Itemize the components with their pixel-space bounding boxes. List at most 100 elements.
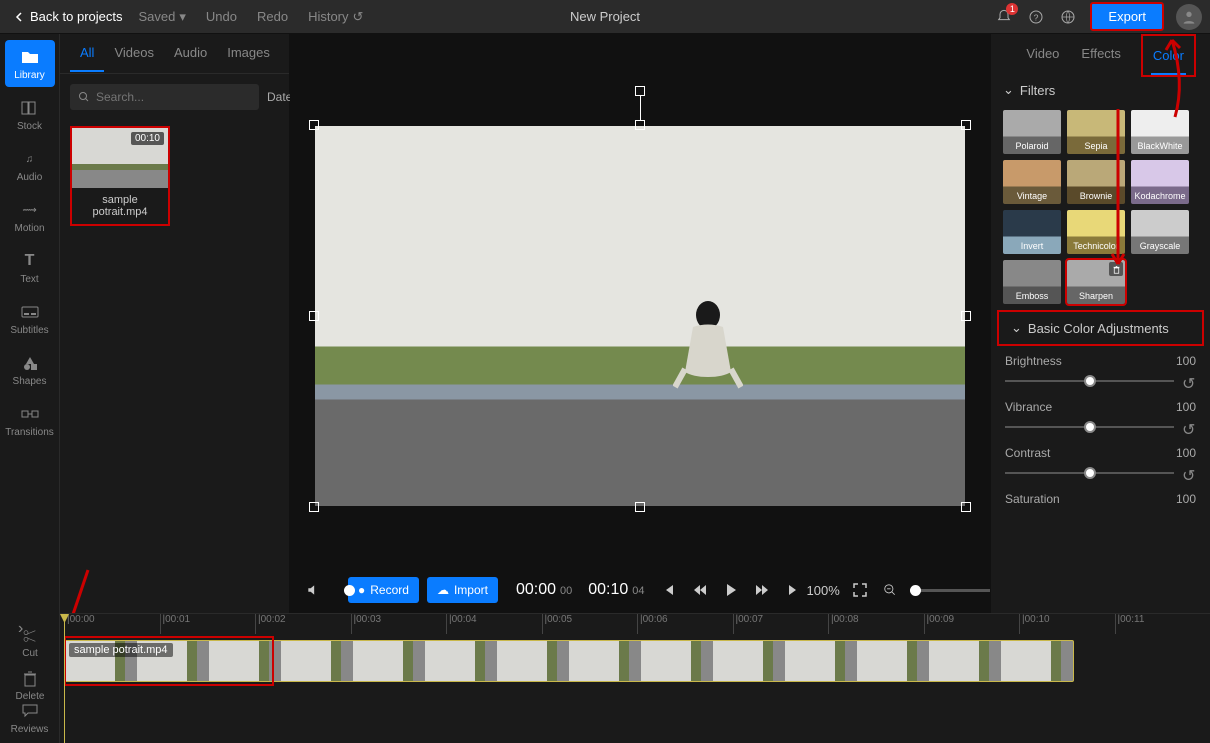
media-item[interactable]: 00:10 sample potrait.mp4: [70, 126, 170, 226]
contrast-label: Contrast: [1005, 446, 1050, 460]
volume-button[interactable]: [306, 580, 320, 600]
sidebar-stock[interactable]: Stock: [5, 91, 55, 138]
chevron-left-icon: [14, 12, 24, 22]
search-box[interactable]: [70, 84, 259, 110]
filter-blackwhite[interactable]: BlackWhite: [1131, 110, 1189, 154]
record-icon: ●: [358, 583, 365, 597]
resize-handle-tl[interactable]: [309, 120, 319, 130]
lib-tab-audio[interactable]: Audio: [164, 35, 217, 72]
zoom-slider[interactable]: [910, 589, 1000, 592]
record-button[interactable]: ●Record: [348, 577, 419, 603]
fullscreen-button[interactable]: [850, 580, 870, 600]
playhead[interactable]: [64, 614, 65, 743]
language-button[interactable]: [1058, 7, 1078, 27]
notif-badge: 1: [1006, 3, 1018, 15]
media-thumbnail: 00:10: [72, 128, 168, 188]
brightness-reset[interactable]: ↺: [1182, 374, 1196, 388]
user-icon: [1181, 9, 1197, 25]
filter-polaroid[interactable]: Polaroid: [1003, 110, 1061, 154]
trash-icon: [23, 671, 37, 687]
filter-sharpen[interactable]: Sharpen: [1067, 260, 1125, 304]
filter-brownie[interactable]: Brownie: [1067, 160, 1125, 204]
history-button[interactable]: History ↺: [298, 5, 373, 29]
back-to-projects[interactable]: Back to projects: [8, 5, 129, 28]
resize-handle-ml[interactable]: [309, 311, 319, 321]
rp-tab-effects[interactable]: Effects: [1079, 36, 1123, 73]
resize-handle-bl[interactable]: [309, 502, 319, 512]
filter-vintage[interactable]: Vintage: [1003, 160, 1061, 204]
search-input[interactable]: [96, 90, 251, 104]
redo-button[interactable]: Redo: [247, 5, 298, 28]
resize-handle-br[interactable]: [961, 502, 971, 512]
lib-tab-all[interactable]: All: [70, 35, 104, 72]
lib-tab-videos[interactable]: Videos: [104, 35, 164, 72]
fullscreen-icon: [853, 583, 867, 597]
resize-handle-mr[interactable]: [961, 311, 971, 321]
resize-handle-tr[interactable]: [961, 120, 971, 130]
filter-sepia[interactable]: Sepia: [1067, 110, 1125, 154]
globe-icon: [1060, 9, 1076, 25]
brightness-slider[interactable]: [1005, 380, 1174, 382]
filter-grayscale[interactable]: Grayscale: [1131, 210, 1189, 254]
project-title[interactable]: New Project: [570, 9, 640, 24]
sidebar-transitions[interactable]: Transitions: [5, 397, 55, 444]
play-button[interactable]: [725, 583, 737, 597]
media-duration: 00:10: [131, 132, 164, 145]
back-label: Back to projects: [30, 9, 123, 24]
lib-tab-images[interactable]: Images: [217, 35, 280, 72]
resize-handle-tm[interactable]: [635, 120, 645, 130]
volume-icon: [306, 583, 320, 597]
export-button[interactable]: Export: [1090, 2, 1164, 31]
zoom-out-button[interactable]: [880, 580, 900, 600]
media-name: sample potrait.mp4: [72, 188, 168, 224]
timeline-clip[interactable]: sample potrait.mp4: [64, 640, 1074, 682]
skip-start-button[interactable]: [663, 583, 675, 597]
sidebar-library[interactable]: Library: [5, 40, 55, 87]
brightness-label: Brightness: [1005, 354, 1062, 368]
rotate-handle[interactable]: [635, 86, 645, 96]
delete-tool[interactable]: Delete: [5, 665, 55, 708]
help-icon: ?: [1028, 9, 1044, 25]
rewind-button[interactable]: [693, 583, 707, 597]
sidebar-shapes[interactable]: Shapes: [5, 346, 55, 393]
preview-canvas[interactable]: [315, 126, 965, 506]
contrast-slider[interactable]: [1005, 472, 1174, 474]
basic-adjustments-toggle[interactable]: ⌄Basic Color Adjustments: [997, 310, 1204, 346]
rp-tab-color[interactable]: Color: [1151, 38, 1186, 75]
filters-section-toggle[interactable]: ⌄Filters: [991, 74, 1210, 106]
skip-end-button[interactable]: [787, 583, 799, 597]
timeline-track[interactable]: sample potrait.mp4: [64, 640, 1206, 682]
filter-technicolor[interactable]: Technicolor: [1067, 210, 1125, 254]
chevron-down-icon: ⌄: [1003, 82, 1014, 98]
filter-invert[interactable]: Invert: [1003, 210, 1061, 254]
timeline-ruler[interactable]: |00:00 |00:01 |00:02 |00:03 |00:04 |00:0…: [60, 614, 1210, 634]
user-avatar[interactable]: [1176, 4, 1202, 30]
svg-text:?: ?: [1034, 12, 1039, 22]
notifications-button[interactable]: 1: [994, 7, 1014, 27]
scissors-icon: [22, 628, 38, 644]
sidebar-audio[interactable]: ♫Audio: [5, 142, 55, 189]
rp-tab-video[interactable]: Video: [1024, 36, 1061, 73]
text-icon: T: [21, 252, 39, 270]
vibrance-slider[interactable]: [1005, 426, 1174, 428]
contrast-reset[interactable]: ↺: [1182, 466, 1196, 480]
import-button[interactable]: ☁Import: [427, 577, 498, 603]
sidebar-motion[interactable]: ⟿Motion: [5, 193, 55, 240]
vibrance-label: Vibrance: [1005, 400, 1052, 414]
contrast-value: 100: [1176, 446, 1196, 460]
sidebar-subtitles[interactable]: Subtitles: [5, 295, 55, 342]
delete-filter-button[interactable]: [1109, 262, 1123, 276]
filter-kodachrome[interactable]: Kodachrome: [1131, 160, 1189, 204]
vibrance-reset[interactable]: ↺: [1182, 420, 1196, 434]
filter-emboss[interactable]: Emboss: [1003, 260, 1061, 304]
saturation-value: 100: [1176, 492, 1196, 506]
search-icon: [78, 91, 90, 103]
undo-button[interactable]: Undo: [196, 5, 247, 28]
resize-handle-bm[interactable]: [635, 502, 645, 512]
cut-tool[interactable]: Cut: [5, 622, 55, 665]
saved-status[interactable]: Saved▾: [129, 5, 196, 29]
help-button[interactable]: ?: [1026, 7, 1046, 27]
forward-button[interactable]: [755, 583, 769, 597]
saturation-label: Saturation: [1005, 492, 1060, 506]
sidebar-text[interactable]: TText: [5, 244, 55, 291]
